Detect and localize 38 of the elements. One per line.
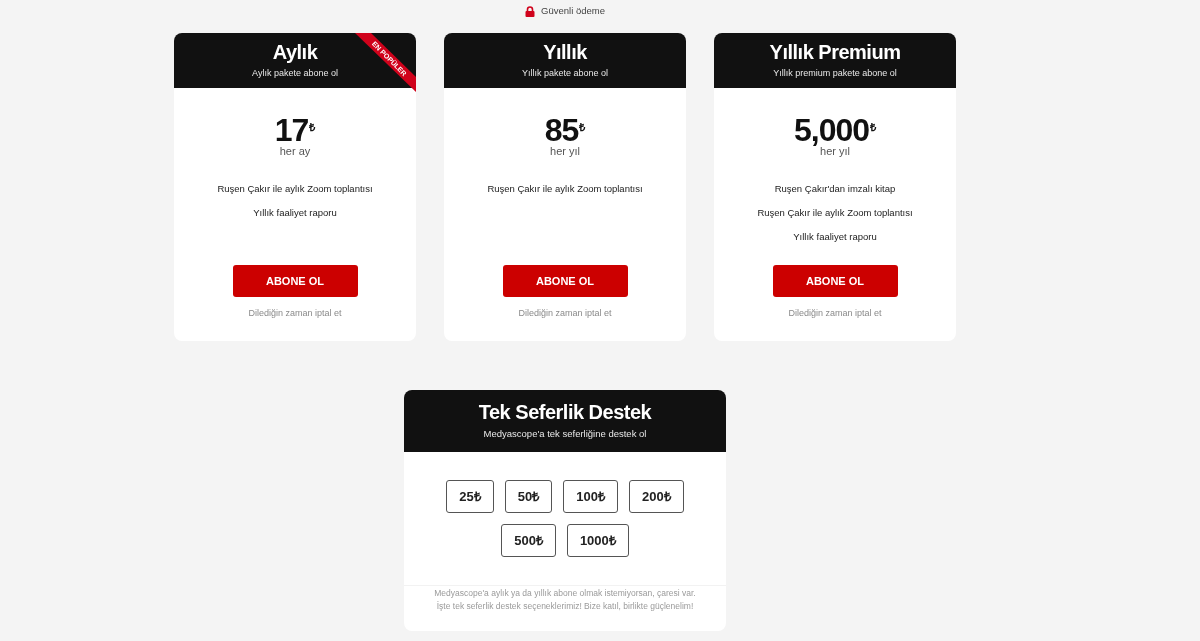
- amount-button[interactable]: 50₺: [504, 480, 553, 513]
- price-amount: 85: [544, 115, 579, 145]
- amount-button[interactable]: 500₺: [501, 524, 556, 557]
- plan-title: Yıllık Premium: [769, 40, 901, 64]
- cancel-note: Dilediğin zaman iptal et: [248, 307, 342, 319]
- plan-subtitle: Yıllık premium pakete abone ol: [773, 67, 897, 79]
- lock-icon: [525, 5, 536, 17]
- subscribe-button[interactable]: ABONE OL: [772, 265, 898, 297]
- secure-payment-text: Güvenli ödeme: [541, 5, 605, 17]
- plan-title: Aylık: [272, 40, 318, 64]
- billing-period: her ay: [279, 145, 311, 157]
- amount-button[interactable]: 1000₺: [566, 524, 629, 557]
- plan-subtitle: Aylık pakete abone ol: [252, 67, 338, 79]
- billing-period: her yıl: [820, 145, 850, 157]
- price-amount: 17: [274, 115, 309, 145]
- currency-sign: ₺: [870, 121, 877, 133]
- subscribe-button[interactable]: ABONE OL: [502, 265, 628, 297]
- feature-text: Ruşen Çakır ile aylık Zoom toplantısı: [757, 206, 913, 220]
- support-title: Tek Seferlik Destek: [478, 400, 652, 424]
- cancel-note: Dilediğin zaman iptal et: [788, 307, 882, 319]
- plan-subtitle: Yıllık pakete abone ol: [521, 67, 609, 79]
- amount-button[interactable]: 25₺: [446, 480, 494, 513]
- feature-text: Yıllık faaliyet raporu: [253, 206, 337, 220]
- amount-button[interactable]: 200₺: [628, 480, 684, 513]
- subscribe-button[interactable]: ABONE OL: [232, 265, 358, 297]
- currency-sign: ₺: [579, 121, 586, 133]
- currency-sign: ₺: [309, 121, 316, 133]
- feature-text: Yıllık faaliyet raporu: [793, 230, 877, 244]
- billing-period: her yıl: [550, 145, 580, 157]
- feature-text: Ruşen Çakır ile aylık Zoom toplantısı: [487, 182, 643, 196]
- support-note: Medyascope'a aylık ya da yıllık abone olmak istemiyorsan, çaresi var. İşte tek seferlik destek seçeneklerimiz! Bize katıl, birlikte güçlenelim!: [434, 587, 696, 613]
- feature-text: Ruşen Çakır'dan imzalı kitap: [774, 182, 896, 196]
- support-subtitle: Medyascope'a tek seferliğine destek ol: [483, 428, 647, 440]
- amount-button[interactable]: 100₺: [563, 480, 618, 513]
- cancel-note: Dilediğin zaman iptal et: [518, 307, 612, 319]
- plan-title: Yıllık: [543, 40, 587, 64]
- price-amount: 5,000: [793, 115, 870, 145]
- feature-text: Ruşen Çakır ile aylık Zoom toplantısı: [217, 182, 373, 196]
